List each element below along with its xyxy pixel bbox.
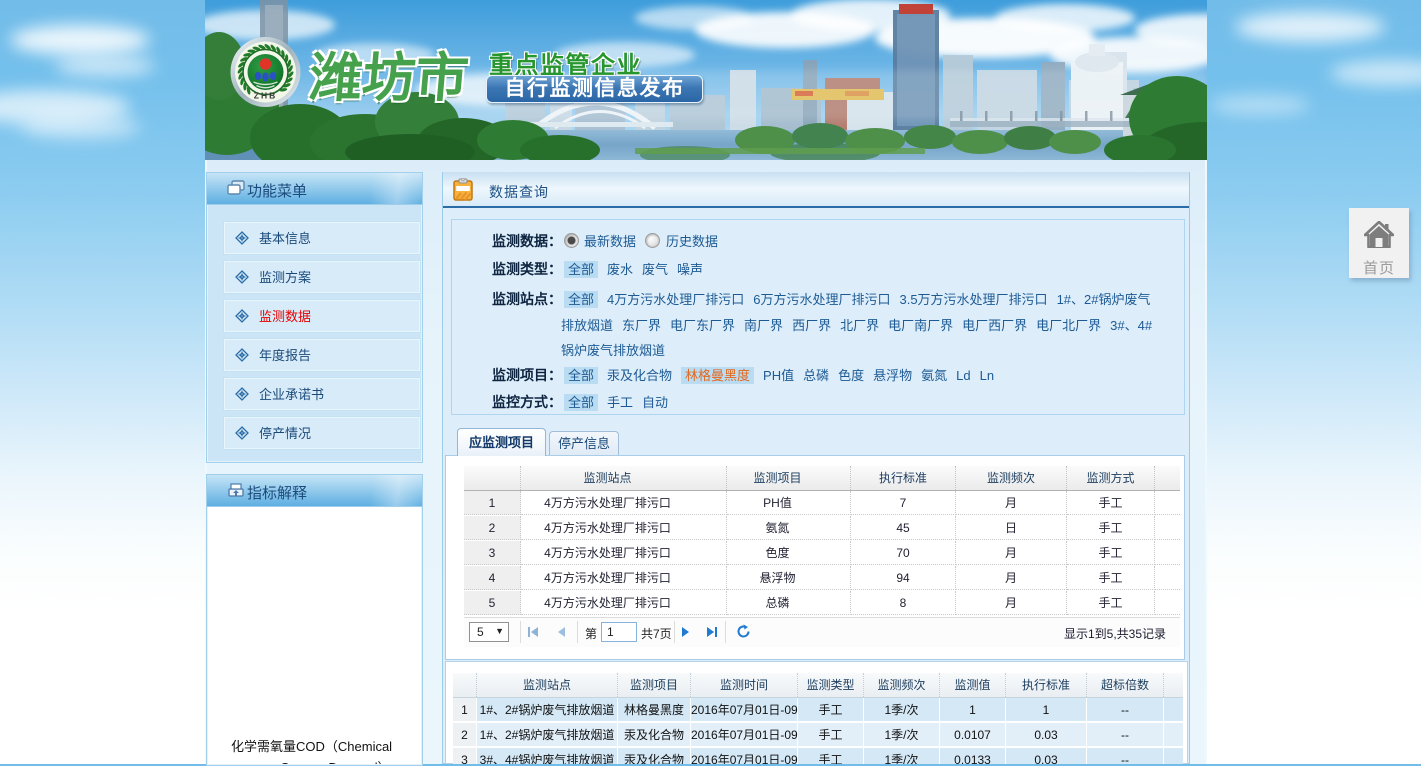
svg-text:ZHB: ZHB [254,91,277,101]
